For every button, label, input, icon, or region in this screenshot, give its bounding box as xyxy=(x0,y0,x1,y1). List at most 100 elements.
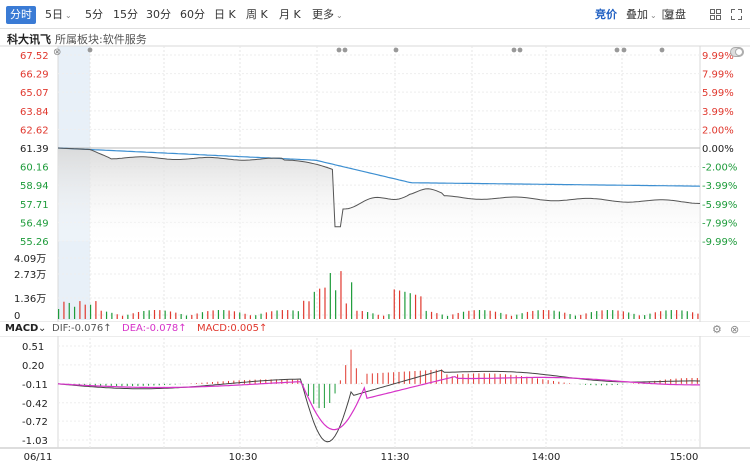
event-marker-dot[interactable] xyxy=(659,47,665,53)
macd-title: MACD xyxy=(5,323,39,334)
event-marker-dot[interactable] xyxy=(517,47,523,53)
volume-bar xyxy=(585,313,587,319)
percent-tick-label: -3.99% xyxy=(702,181,737,192)
chart-canvas[interactable]: 67.52 9.99% 66.29 7.99% 65.07 5.99% 63.84 3.99%… xyxy=(0,0,750,466)
volume-bar xyxy=(516,314,518,319)
volume-bar xyxy=(692,312,694,319)
tab-monthly-k[interactable]: 月 K xyxy=(279,6,301,24)
price-tick-label: 61.39 xyxy=(20,144,49,155)
volume-bar xyxy=(404,291,406,319)
event-marker-dot[interactable] xyxy=(511,47,517,53)
tab-intraday[interactable]: 分时 xyxy=(6,6,36,24)
volume-bar xyxy=(484,310,486,319)
macd-tick-label: -1.03 xyxy=(22,436,48,447)
tab-5min[interactable]: 5分 xyxy=(85,6,103,24)
toggle-icon[interactable] xyxy=(730,47,744,57)
volume-bar xyxy=(649,313,651,319)
event-marker-dot[interactable] xyxy=(336,47,342,53)
volume-bar xyxy=(164,310,166,319)
axis-labels: 67.52 9.99% 66.29 7.99% 65.07 5.99% 63.84 3.99%… xyxy=(14,51,737,463)
volume-bar xyxy=(132,313,134,319)
event-markers[interactable] xyxy=(87,47,665,53)
event-marker-dot[interactable] xyxy=(614,47,620,53)
volume-bar xyxy=(558,311,561,319)
volume-bar xyxy=(89,304,92,319)
volume-bar xyxy=(564,312,566,319)
volume-bar xyxy=(100,310,102,319)
volume-bar xyxy=(409,293,411,319)
tab-auction[interactable]: 竞价 xyxy=(595,6,617,24)
volume-bar xyxy=(617,310,619,319)
volume-bar xyxy=(414,294,417,319)
macd-header: MACD ⌄ DIF:-0.076↑ DEA:-0.078↑ MACD:0.00… xyxy=(0,322,750,336)
volume-bar xyxy=(244,313,246,319)
price-tick-label: 66.29 xyxy=(20,70,49,81)
tab-weekly-k[interactable]: 周 K xyxy=(246,6,268,24)
macd-tick-label: -0.42 xyxy=(22,399,48,410)
tab-daily-k[interactable]: 日 K xyxy=(214,6,236,24)
volume-bar xyxy=(116,314,118,319)
volume-bar xyxy=(436,313,438,319)
tab-15min[interactable]: 15分 xyxy=(113,6,138,24)
volume-bar xyxy=(324,287,326,319)
volume-bar xyxy=(276,310,278,319)
volume-bar xyxy=(425,310,427,319)
volume-bar xyxy=(148,310,150,319)
tab-overlay-label: 叠加 xyxy=(626,8,648,21)
macd-dea-value: DEA:-0.078↑ xyxy=(122,323,187,334)
price-area xyxy=(58,148,700,241)
volume-bar xyxy=(548,310,550,319)
replay-icon[interactable] xyxy=(662,9,673,20)
percent-tick-label: 7.99% xyxy=(702,70,734,81)
event-marker-dot[interactable] xyxy=(393,47,399,53)
volume-bar xyxy=(292,310,294,319)
macd-indicator-chevron[interactable]: ⌄ xyxy=(38,323,46,334)
volume-bar xyxy=(521,313,523,319)
percent-tick-label: -5.99% xyxy=(702,200,737,211)
volume-bar xyxy=(660,311,662,319)
price-tick-label: 63.84 xyxy=(20,107,49,118)
tab-overlay[interactable]: 叠加 ⌄ xyxy=(626,6,657,24)
grid-icon[interactable] xyxy=(710,9,721,20)
price-tick-label: 60.16 xyxy=(20,163,49,174)
macd-bars xyxy=(62,349,698,409)
stock-chart-window: 67.52 9.99% 66.29 7.99% 65.07 5.99% 63.84 3.99%… xyxy=(0,0,750,466)
volume-bar xyxy=(58,309,60,319)
volume-bar xyxy=(169,311,172,319)
volume-bar xyxy=(388,314,390,319)
tab-more[interactable]: 更多 ⌄ xyxy=(312,6,343,24)
volume-bar xyxy=(537,310,539,319)
volume-bar xyxy=(233,311,236,319)
close-icon[interactable]: ⊗ xyxy=(730,323,739,336)
volume-bar xyxy=(361,311,363,319)
volume-bar xyxy=(676,310,678,319)
event-marker-dot[interactable] xyxy=(87,47,93,53)
volume-bar xyxy=(313,291,315,319)
volume-bar xyxy=(111,312,113,319)
volume-bar xyxy=(542,310,545,319)
volume-bar xyxy=(580,314,582,319)
volume-bar xyxy=(303,300,305,319)
price-area-fill xyxy=(58,148,700,241)
close-panel-icon[interactable]: ⊗ xyxy=(53,47,61,58)
volume-bar xyxy=(265,312,267,319)
macd-tick-label: 0.20 xyxy=(22,361,44,372)
volume-bar xyxy=(196,313,198,319)
price-tick-label: 65.07 xyxy=(20,88,49,99)
event-marker-dot[interactable] xyxy=(621,47,627,53)
percent-tick-label: 9.99% xyxy=(702,51,734,62)
volume-bar xyxy=(377,314,379,319)
tab-60min[interactable]: 60分 xyxy=(180,6,205,24)
percent-tick-label: 0.00% xyxy=(702,144,734,155)
gear-icon[interactable]: ⚙ xyxy=(712,323,722,336)
tab-30min[interactable]: 30分 xyxy=(146,6,171,24)
time-tick-label: 15:00 xyxy=(670,452,699,463)
fullscreen-icon[interactable] xyxy=(731,9,742,20)
percent-tick-label: -7.99% xyxy=(702,218,737,229)
event-marker-dot[interactable] xyxy=(342,47,348,53)
macd-tick-label: 0.51 xyxy=(22,342,44,353)
volume-bar xyxy=(95,301,97,319)
tab-5day[interactable]: 5日 ⌄ xyxy=(45,6,72,24)
percent-tick-label: -9.99% xyxy=(702,237,737,248)
volume-bar xyxy=(697,313,699,319)
